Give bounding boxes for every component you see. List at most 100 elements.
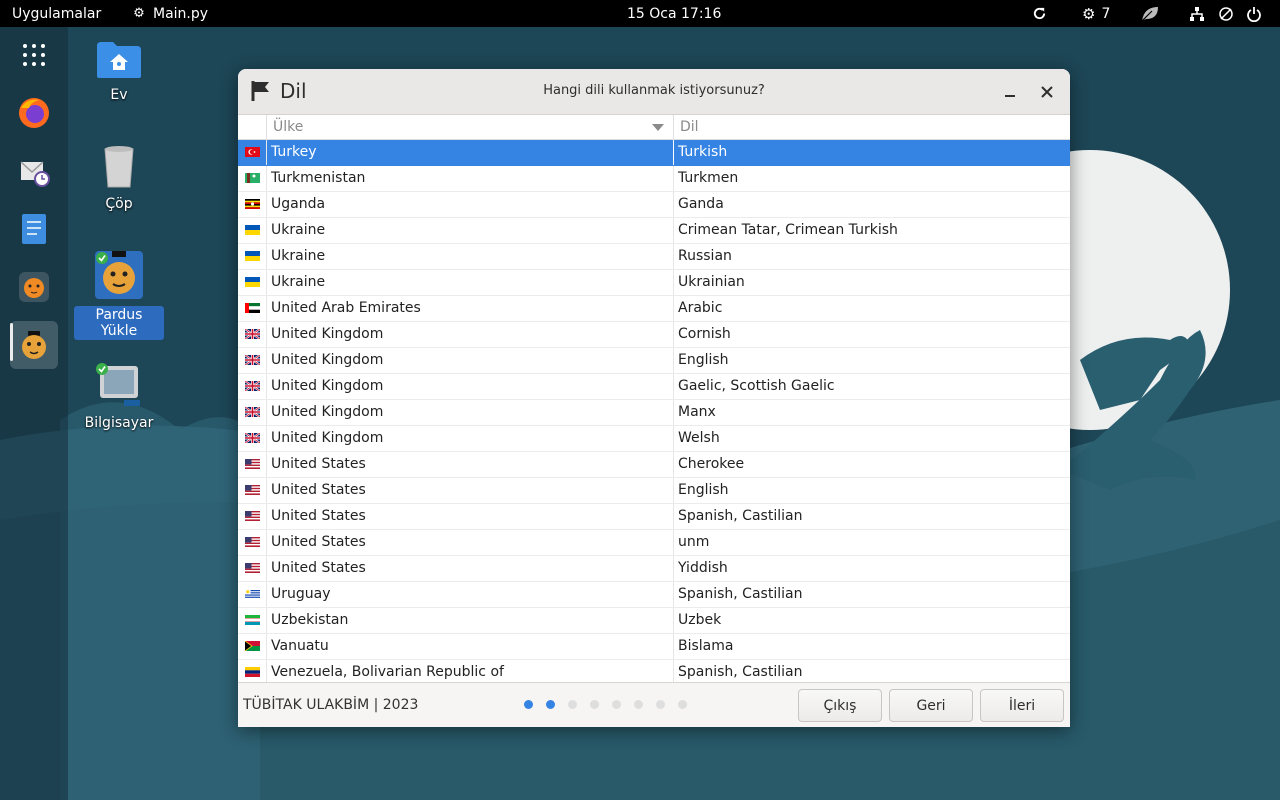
table-row[interactable]: United Kingdom Gaelic, Scottish Gaelic <box>238 374 1070 400</box>
country-flag-icon <box>245 459 260 469</box>
language-cell: Russian <box>678 248 732 264</box>
table-row[interactable]: Uruguay Spanish, Castilian <box>238 582 1070 608</box>
mail-scheduler-launcher[interactable] <box>10 147 58 195</box>
language-table[interactable]: Ülke Dil Turkey Turkish Turkmenistan Turkme… <box>238 115 1070 682</box>
table-row[interactable]: United Kingdom Manx <box>238 400 1070 426</box>
table-row[interactable]: United Arab Emirates Arabic <box>238 296 1070 322</box>
column-header-country[interactable]: Ülke <box>273 115 303 139</box>
table-row[interactable]: United States Yiddish <box>238 556 1070 582</box>
pardus-store-launcher[interactable] <box>10 263 58 311</box>
country-flag-icon <box>245 381 260 391</box>
country-cell: Uganda <box>271 196 326 212</box>
country-cell: United Kingdom <box>271 404 384 420</box>
desktop-icon-computer[interactable]: Bilgisayar <box>74 362 164 432</box>
table-row[interactable]: United Kingdom English <box>238 348 1070 374</box>
step-dot <box>612 700 621 709</box>
table-body: Turkey Turkish Turkmenistan Turkmen Uganda Ga… <box>238 140 1070 682</box>
window-titlebar[interactable]: Dil Hangi dili kullanmak istiyorsunuz? <box>238 69 1070 115</box>
leaf-icon[interactable] <box>1140 0 1160 27</box>
sort-down-icon[interactable] <box>652 124 664 131</box>
cog-icon: ⚙ <box>1082 4 1096 23</box>
language-cell: Arabic <box>678 300 723 316</box>
step-dot <box>678 700 687 709</box>
table-row[interactable]: Uganda Ganda <box>238 192 1070 218</box>
installer-leopard-icon <box>22 331 46 359</box>
table-row[interactable]: Ukraine Ukrainian <box>238 270 1070 296</box>
country-cell: United Kingdom <box>271 430 384 446</box>
step-dot <box>590 700 599 709</box>
table-row[interactable]: Turkey Turkish <box>238 140 1070 166</box>
installer-leopard-icon <box>95 251 143 299</box>
language-cell: Manx <box>678 404 716 420</box>
table-row[interactable]: Uzbekistan Uzbek <box>238 608 1070 634</box>
updates-count: 7 <box>1101 5 1111 22</box>
refresh-icon[interactable] <box>1032 0 1047 27</box>
next-button[interactable]: İleri <box>980 689 1064 722</box>
document-icon <box>22 214 46 244</box>
column-header-language[interactable]: Dil <box>680 115 699 139</box>
desktop-icon-label: Çöp <box>105 196 133 212</box>
table-row[interactable]: United Kingdom Welsh <box>238 426 1070 452</box>
step-dot <box>546 700 555 709</box>
check-badge-icon <box>96 252 108 264</box>
exit-button[interactable]: Çıkış <box>798 689 882 722</box>
step-dot <box>656 700 665 709</box>
country-cell: United States <box>271 560 366 576</box>
network-icon[interactable] <box>1189 0 1205 27</box>
country-cell: Vanuatu <box>271 638 329 654</box>
country-flag-icon <box>245 225 260 235</box>
country-cell: United States <box>271 508 366 524</box>
country-cell: United Kingdom <box>271 378 384 394</box>
table-row[interactable]: United States English <box>238 478 1070 504</box>
table-row[interactable]: United Kingdom Cornish <box>238 322 1070 348</box>
desktop-icon-pardus-installer[interactable]: Pardus Yükle <box>74 250 164 340</box>
table-row[interactable]: United States unm <box>238 530 1070 556</box>
computer-icon <box>96 363 140 406</box>
country-flag-icon <box>245 511 260 521</box>
close-button[interactable] <box>1035 80 1059 104</box>
desktop-icon-home[interactable]: Ev <box>74 40 164 104</box>
minimize-icon <box>1005 95 1015 97</box>
clock[interactable]: 15 Oca 17:16 <box>627 0 721 27</box>
country-flag-icon <box>245 667 260 677</box>
table-row[interactable]: Ukraine Crimean Tatar, Crimean Turkish <box>238 218 1070 244</box>
language-cell: Turkish <box>678 144 728 160</box>
desktop-icon-trash[interactable]: Çöp <box>74 143 164 213</box>
desktop-icon-label: Pardus Yükle <box>74 306 164 340</box>
power-icon[interactable] <box>1246 0 1262 27</box>
table-row[interactable]: United States Cherokee <box>238 452 1070 478</box>
country-cell: Venezuela, Bolivarian Republic of <box>271 664 504 680</box>
table-row[interactable]: United States Spanish, Castilian <box>238 504 1070 530</box>
language-cell: Cornish <box>678 326 731 342</box>
table-row[interactable]: Venezuela, Bolivarian Republic of Spanish… <box>238 660 1070 682</box>
language-cell: Yiddish <box>678 560 728 576</box>
language-cell: English <box>678 352 729 368</box>
back-button[interactable]: Geri <box>889 689 973 722</box>
firefox-icon <box>19 98 49 128</box>
country-cell: United States <box>271 534 366 550</box>
text-editor-launcher[interactable] <box>10 205 58 253</box>
sound-muted-icon[interactable] <box>1218 0 1234 27</box>
language-cell: Welsh <box>678 430 720 446</box>
country-flag-icon <box>245 537 260 547</box>
updates-indicator[interactable]: ⚙ 7 <box>1082 0 1110 27</box>
trash-icon <box>104 146 134 188</box>
active-app-menu[interactable]: ⚙ Main.py <box>131 0 208 27</box>
table-row[interactable]: Vanuatu Bislama <box>238 634 1070 660</box>
table-row[interactable]: Turkmenistan Turkmen <box>238 166 1070 192</box>
country-flag-icon <box>245 641 260 651</box>
language-cell: Ganda <box>678 196 724 212</box>
country-flag-icon <box>245 277 260 287</box>
minimize-button[interactable] <box>998 80 1022 104</box>
home-folder-icon <box>97 42 141 78</box>
language-cell: Bislama <box>678 638 734 654</box>
firefox-launcher[interactable] <box>10 89 58 137</box>
store-lion-icon <box>19 272 49 302</box>
show-apps-button[interactable] <box>10 31 58 79</box>
applications-menu[interactable]: Uygulamalar <box>12 0 101 27</box>
mail-clock-icon <box>20 161 50 187</box>
pardus-installer-launcher[interactable] <box>10 321 58 369</box>
table-row[interactable]: Ukraine Russian <box>238 244 1070 270</box>
desktop-icon-label: Ev <box>110 87 128 103</box>
language-cell: Turkmen <box>678 170 739 186</box>
